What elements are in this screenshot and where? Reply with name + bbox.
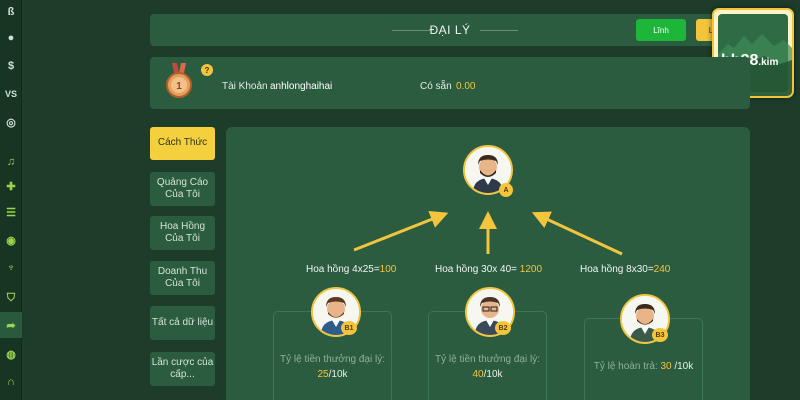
agent-a-badge: A	[499, 183, 513, 197]
commission-b1: Hoa hồng 4x25=100	[306, 264, 397, 275]
commission-b2: Hoa hồng 30x 40= 1200	[435, 264, 543, 275]
card-b2-text: Tỷ lệ tiền thưởng đại lý: 40/10k	[435, 354, 540, 380]
card-b3-text: Tỷ lệ hoàn trả: 30 /10k	[593, 361, 694, 372]
arrow-b3	[531, 211, 623, 256]
agent-b1-badge: B1	[341, 321, 357, 335]
agent-b2-badge: B2	[495, 321, 511, 335]
commission-b3: Hoa hồng 8x30=240	[580, 264, 671, 275]
card-b1-text: Tỷ lệ tiền thưởng đại lý: 25/10k	[280, 354, 385, 380]
arrow-b1	[353, 210, 449, 252]
agent-b3-badge: B3	[652, 328, 668, 342]
